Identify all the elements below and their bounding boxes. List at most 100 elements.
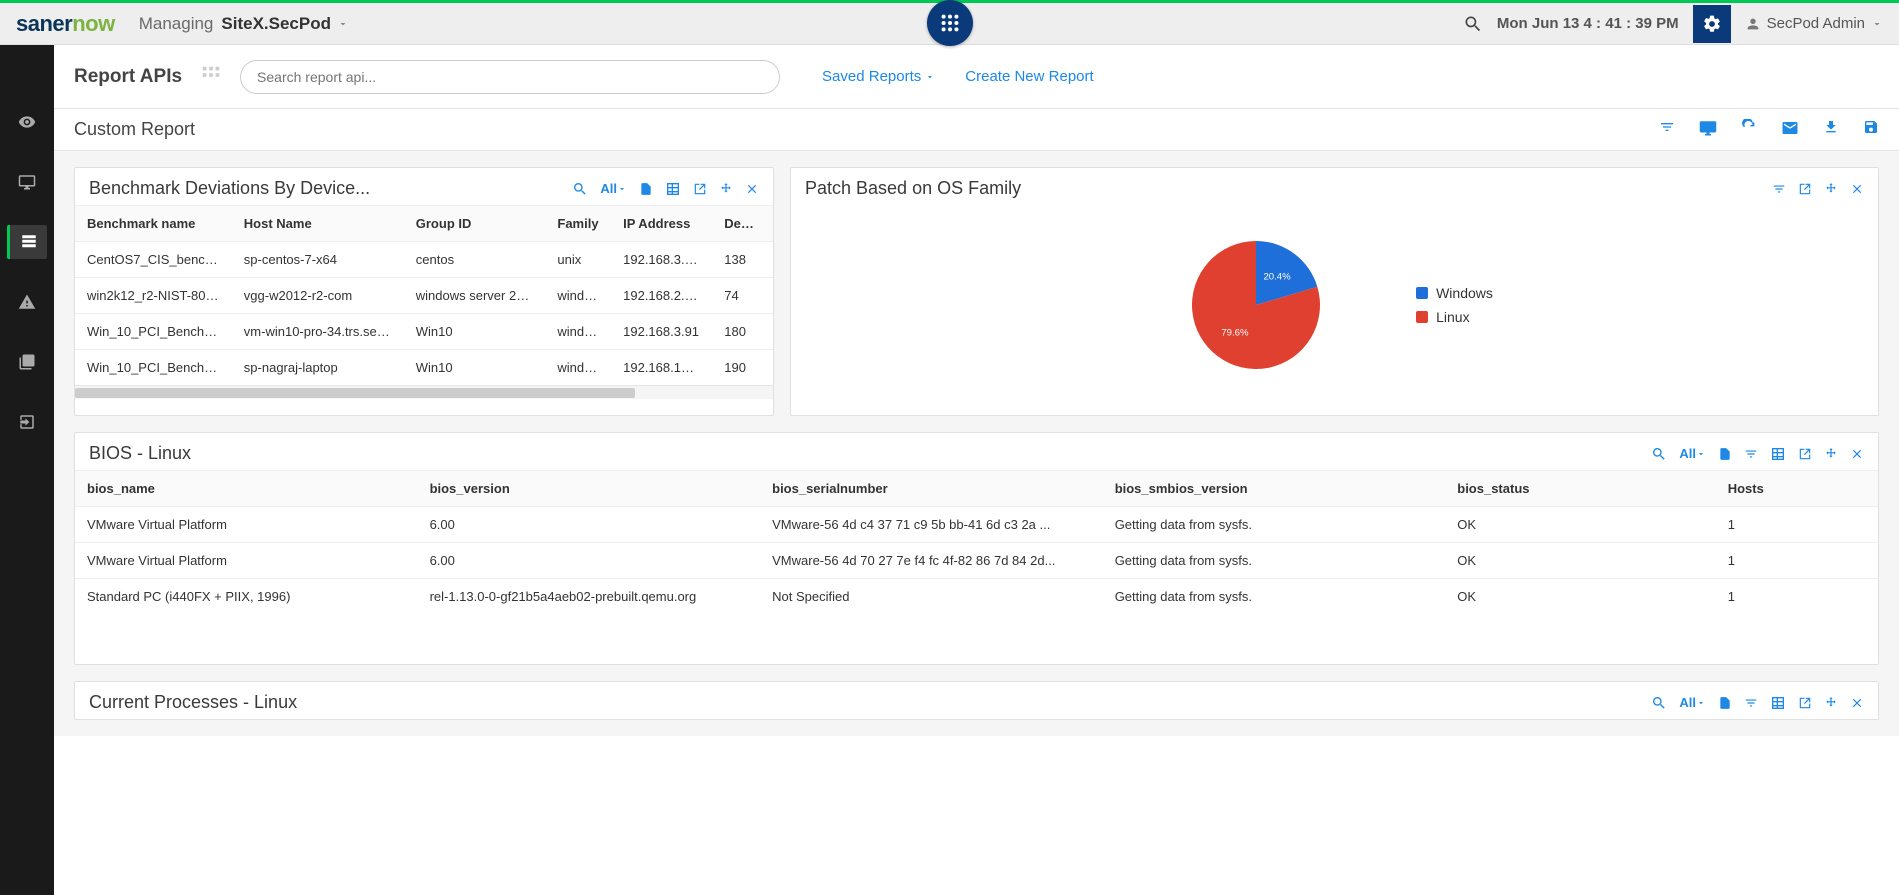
table-header[interactable]: bios_name <box>75 471 418 507</box>
table-cell: 138 <box>712 242 773 278</box>
legend-item[interactable]: Linux <box>1416 309 1493 325</box>
panel-benchmark: Benchmark Deviations By Device... All <box>74 167 774 416</box>
panel-all-dropdown[interactable]: All <box>1679 695 1706 710</box>
mail-button[interactable] <box>1781 119 1799 140</box>
table-row[interactable]: VMware Virtual Platform6.00VMware-56 4d … <box>75 507 1878 543</box>
panel-close-button[interactable] <box>1850 696 1864 710</box>
panel-filter-button[interactable] <box>1744 447 1758 461</box>
panel-table-button[interactable] <box>1770 695 1786 711</box>
popout-icon <box>1798 696 1812 710</box>
global-search-button[interactable] <box>1463 14 1483 34</box>
panel-file-button[interactable] <box>1718 447 1732 461</box>
pie-label: 20.4% <box>1264 271 1292 282</box>
nav-alert[interactable] <box>7 285 47 319</box>
caret-down-icon <box>925 72 935 82</box>
table-row[interactable]: CentOS7_CIS_benchmarksp-centos-7-x64cent… <box>75 242 773 278</box>
table-header[interactable]: Group ID <box>404 206 546 242</box>
panel-all-dropdown[interactable]: All <box>1679 446 1706 461</box>
table-header[interactable]: IP Address <box>611 206 712 242</box>
panel-move-button[interactable] <box>1824 182 1838 196</box>
panel-filter-button[interactable] <box>1744 696 1758 710</box>
table-header[interactable]: bios_version <box>418 471 761 507</box>
panel-popout-button[interactable] <box>1798 447 1812 461</box>
panel-move-button[interactable] <box>719 182 733 196</box>
user-menu[interactable]: SecPod Admin <box>1745 15 1883 32</box>
display-button[interactable] <box>1699 119 1717 140</box>
table-header[interactable]: bios_smbios_version <box>1103 471 1446 507</box>
table-cell: VMware Virtual Platform <box>75 543 418 579</box>
panel-bios: BIOS - Linux All <box>74 432 1879 665</box>
table-header[interactable]: Benchmark name <box>75 206 232 242</box>
apps-launcher-button[interactable] <box>927 0 973 46</box>
table-cell: 190 <box>712 350 773 386</box>
table-row[interactable]: Standard PC (i440FX + PIIX, 1996)rel-1.1… <box>75 579 1878 615</box>
panel-search-button[interactable] <box>572 181 588 197</box>
nav-eye[interactable] <box>7 105 47 139</box>
panel-file-button[interactable] <box>1718 696 1732 710</box>
panel-popout-button[interactable] <box>693 182 707 196</box>
move-icon <box>719 182 733 196</box>
table-header[interactable]: Host Name <box>232 206 404 242</box>
eye-icon <box>18 113 36 131</box>
download-button[interactable] <box>1823 119 1839 140</box>
legend-label: Windows <box>1436 285 1493 301</box>
panel-move-button[interactable] <box>1824 696 1838 710</box>
refresh-button[interactable] <box>1741 119 1757 140</box>
panel-close-button[interactable] <box>745 182 759 196</box>
table-cell: windows server 2012 r2 <box>404 278 546 314</box>
nav-logout[interactable] <box>7 405 47 439</box>
legend-item[interactable]: Windows <box>1416 285 1493 301</box>
patch-pie-chart: 20.4%79.6% <box>1176 225 1336 385</box>
scrollbar-thumb[interactable] <box>75 388 635 398</box>
panel-all-dropdown[interactable]: All <box>600 181 627 196</box>
panel-close-button[interactable] <box>1850 182 1864 196</box>
logout-icon <box>18 413 36 431</box>
table-row[interactable]: VMware Virtual Platform6.00VMware-56 4d … <box>75 543 1878 579</box>
table-row[interactable]: Win_10_PCI_Benchmarkvm-win10-pro-34.trs.… <box>75 314 773 350</box>
benchmark-hscroll[interactable] <box>75 385 773 399</box>
panel-search-button[interactable] <box>1651 446 1667 462</box>
datetime-display: Mon Jun 13 4 : 41 : 39 PM <box>1497 15 1679 32</box>
table-cell: OK <box>1445 543 1715 579</box>
nav-monitor[interactable] <box>7 165 47 199</box>
panel-search-button[interactable] <box>1651 695 1667 711</box>
table-row[interactable]: Win_10_PCI_Benchmarksp-nagraj-laptopWin1… <box>75 350 773 386</box>
nav-book[interactable] <box>7 345 47 379</box>
settings-button[interactable] <box>1693 5 1731 43</box>
table-header[interactable]: bios_serialnumber <box>760 471 1103 507</box>
panel-file-button[interactable] <box>639 182 653 196</box>
logo-saner: saner <box>16 11 72 36</box>
caret-down-icon <box>1696 698 1706 708</box>
file-icon <box>1718 447 1732 461</box>
search-input[interactable] <box>240 60 780 94</box>
gear-icon <box>1702 14 1722 34</box>
table-icon <box>1770 446 1786 462</box>
app-header: sanernow Managing SiteX.SecPod Mon Jun 1… <box>0 3 1899 45</box>
table-row[interactable]: win2k12_r2-NIST-800-171vgg-w2012-r2-comw… <box>75 278 773 314</box>
nav-reports[interactable] <box>7 225 47 259</box>
table-cell: Not Specified <box>760 579 1103 615</box>
table-cell: win2k12_r2-NIST-800-171 <box>75 278 232 314</box>
table-header[interactable]: bios_status <box>1445 471 1715 507</box>
save-button[interactable] <box>1863 119 1879 140</box>
view-grid-toggle[interactable] <box>200 64 222 89</box>
saved-reports-link[interactable]: Saved Reports <box>822 68 935 85</box>
panel-filter-button[interactable] <box>1772 182 1786 196</box>
panel-move-button[interactable] <box>1824 447 1838 461</box>
table-header[interactable]: Deviatio <box>712 206 773 242</box>
panel-table-button[interactable] <box>665 181 681 197</box>
alert-icon <box>18 293 36 311</box>
table-cell: 1 <box>1716 543 1878 579</box>
table-cell: Getting data from sysfs. <box>1103 579 1446 615</box>
create-report-link[interactable]: Create New Report <box>965 68 1093 85</box>
site-selector[interactable]: SiteX.SecPod <box>221 14 349 34</box>
panel-table-button[interactable] <box>1770 446 1786 462</box>
move-icon <box>1824 182 1838 196</box>
filter-button[interactable] <box>1659 119 1675 140</box>
panel-popout-button[interactable] <box>1798 182 1812 196</box>
table-cell: VMware Virtual Platform <box>75 507 418 543</box>
panel-close-button[interactable] <box>1850 447 1864 461</box>
table-header[interactable]: Hosts <box>1716 471 1878 507</box>
table-header[interactable]: Family <box>545 206 611 242</box>
panel-popout-button[interactable] <box>1798 696 1812 710</box>
